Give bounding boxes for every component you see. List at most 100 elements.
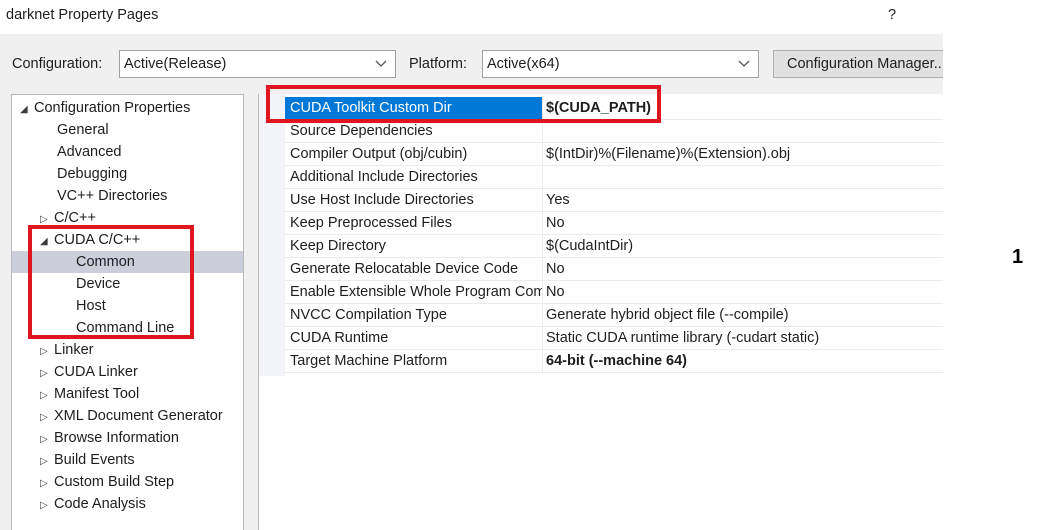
property-tree[interactable]: ◢ Configuration Properties General Advanc… [11, 94, 244, 530]
tree-item-xml-document-generator[interactable]: ▷ XML Document Generator [40, 405, 223, 427]
tree-item-cuda-linker[interactable]: ▷ CUDA Linker [40, 361, 138, 383]
tree-item-label: Code Analysis [54, 496, 146, 512]
property-row-compiler-output[interactable]: Compiler Output (obj/cubin) $(IntDir)%(F… [285, 143, 943, 166]
grid-gutter [259, 94, 285, 376]
tree-item-label: Manifest Tool [54, 386, 140, 402]
tree-item-label: Debugging [57, 166, 128, 182]
property-grid: CUDA Toolkit Custom Dir $(CUDA_PATH) Sou… [258, 94, 943, 530]
property-name: Keep Directory [290, 238, 386, 254]
tree-item-device[interactable]: Device [76, 273, 120, 295]
tree-item-build-events[interactable]: ▷ Build Events [40, 449, 135, 471]
tree-item-cuda-cpp[interactable]: ◢ CUDA C/C++ [40, 229, 140, 251]
configuration-row: Configuration: Active(Release) Platform:… [0, 50, 943, 80]
platform-label: Platform: [409, 56, 468, 72]
property-row-cuda-toolkit-custom-dir[interactable]: CUDA Toolkit Custom Dir $(CUDA_PATH) [285, 97, 943, 120]
property-name: CUDA Runtime [290, 330, 389, 346]
tree-item-common[interactable]: Common [12, 251, 243, 273]
property-row-keep-directory[interactable]: Keep Directory $(CudaIntDir) [285, 235, 943, 258]
tree-item-debugging[interactable]: Debugging [57, 163, 127, 185]
tree-item-label: XML Document Generator [54, 408, 223, 424]
tree-item-code-analysis[interactable]: ▷ Code Analysis [40, 493, 146, 515]
column-separator [542, 304, 543, 327]
collapsed-icon[interactable]: ▷ [40, 407, 54, 429]
tree-item-label: Linker [54, 342, 94, 358]
column-separator [542, 120, 543, 143]
tree-item-label: Configuration Properties [34, 100, 191, 116]
column-separator [542, 212, 543, 235]
column-separator [542, 166, 543, 189]
property-value: No [546, 284, 565, 300]
property-row-generate-relocatable-device-code[interactable]: Generate Relocatable Device Code No [285, 258, 943, 281]
collapsed-icon[interactable]: ▷ [40, 473, 54, 495]
tree-item-label: Common [76, 254, 135, 270]
tree-item-custom-build-step[interactable]: ▷ Custom Build Step [40, 471, 174, 493]
column-separator [542, 327, 543, 350]
property-value: Generate hybrid object file (--compile) [546, 307, 789, 323]
property-name: Compiler Output (obj/cubin) [290, 146, 468, 162]
tree-item-cpp[interactable]: ▷ C/C++ [40, 207, 96, 229]
tree-item-label: Browse Information [54, 430, 179, 446]
tree-item-label: Command Line [76, 320, 175, 336]
tree-item-advanced[interactable]: Advanced [57, 141, 122, 163]
tree-item-label: Custom Build Step [54, 474, 175, 490]
tree-item-manifest-tool[interactable]: ▷ Manifest Tool [40, 383, 139, 405]
collapsed-icon[interactable]: ▷ [40, 451, 54, 473]
property-name: Use Host Include Directories [290, 192, 474, 208]
tree-item-browse-information[interactable]: ▷ Browse Information [40, 427, 179, 449]
title-bar: darknet Property Pages ? [0, 0, 943, 34]
property-row-enable-extensible-whole-program[interactable]: Enable Extensible Whole Program Compilat… [285, 281, 943, 304]
collapsed-icon[interactable]: ▷ [40, 209, 54, 231]
configuration-value: Active(Release) [124, 56, 227, 72]
property-name: Enable Extensible Whole Program Compilat… [290, 284, 542, 300]
property-row-source-dependencies[interactable]: Source Dependencies [285, 120, 943, 143]
tree-item-label: Host [76, 298, 106, 314]
platform-value: Active(x64) [487, 56, 560, 72]
property-value: 64-bit (--machine 64) [546, 353, 687, 369]
property-name: Source Dependencies [290, 123, 433, 139]
property-name: NVCC Compilation Type [290, 307, 447, 323]
window-title: darknet Property Pages [6, 7, 159, 23]
property-row-nvcc-compilation-type[interactable]: NVCC Compilation Type Generate hybrid ob… [285, 304, 943, 327]
property-row-additional-include-directories[interactable]: Additional Include Directories [285, 166, 943, 189]
expanded-icon[interactable]: ◢ [40, 231, 54, 253]
tree-item-general[interactable]: General [57, 119, 109, 141]
expanded-icon[interactable]: ◢ [20, 99, 34, 121]
collapsed-icon[interactable]: ▷ [40, 495, 54, 517]
collapsed-icon[interactable]: ▷ [40, 385, 54, 407]
collapsed-icon[interactable]: ▷ [40, 363, 54, 385]
property-value: Static CUDA runtime library (-cudart sta… [546, 330, 820, 346]
help-button[interactable]: ? [888, 7, 896, 23]
tree-item-command-line[interactable]: Command Line [76, 317, 174, 339]
property-row-use-host-include-directories[interactable]: Use Host Include Directories Yes [285, 189, 943, 212]
column-separator [542, 143, 543, 166]
property-pages-dialog: darknet Property Pages ? Configuration: … [0, 0, 943, 530]
column-separator [542, 235, 543, 258]
property-value: $(IntDir)%(Filename)%(Extension).obj [546, 146, 791, 162]
tree-item-label: CUDA Linker [54, 364, 138, 380]
tree-item-configuration-properties[interactable]: ◢ Configuration Properties [20, 97, 190, 119]
tree-item-linker[interactable]: ▷ Linker [40, 339, 94, 361]
property-row-keep-preprocessed-files[interactable]: Keep Preprocessed Files No [285, 212, 943, 235]
configuration-label: Configuration: [12, 56, 103, 72]
tree-item-host[interactable]: Host [76, 295, 106, 317]
property-row-target-machine-platform[interactable]: Target Machine Platform 64-bit (--machin… [285, 350, 943, 373]
tree-item-label: Device [76, 276, 121, 292]
platform-dropdown[interactable]: Active(x64) [482, 50, 759, 78]
collapsed-icon[interactable]: ▷ [40, 429, 54, 451]
tree-item-label: Advanced [57, 144, 122, 160]
property-name: CUDA Toolkit Custom Dir [290, 100, 452, 116]
chevron-down-icon [738, 60, 750, 67]
configuration-dropdown[interactable]: Active(Release) [119, 50, 396, 78]
property-name: Target Machine Platform [290, 353, 448, 369]
tree-item-label: VC++ Directories [57, 188, 168, 204]
tree-item-vcpp-directories[interactable]: VC++ Directories [57, 185, 167, 207]
configuration-manager-button[interactable]: Configuration Manager... [773, 50, 943, 78]
column-separator [542, 281, 543, 304]
tree-item-label: General [57, 122, 109, 138]
property-name: Additional Include Directories [290, 169, 478, 185]
tree-item-label: C/C++ [54, 210, 96, 226]
property-name: Generate Relocatable Device Code [290, 261, 519, 277]
tree-item-label: CUDA C/C++ [54, 232, 141, 248]
property-row-cuda-runtime[interactable]: CUDA Runtime Static CUDA runtime library… [285, 327, 943, 350]
collapsed-icon[interactable]: ▷ [40, 341, 54, 363]
